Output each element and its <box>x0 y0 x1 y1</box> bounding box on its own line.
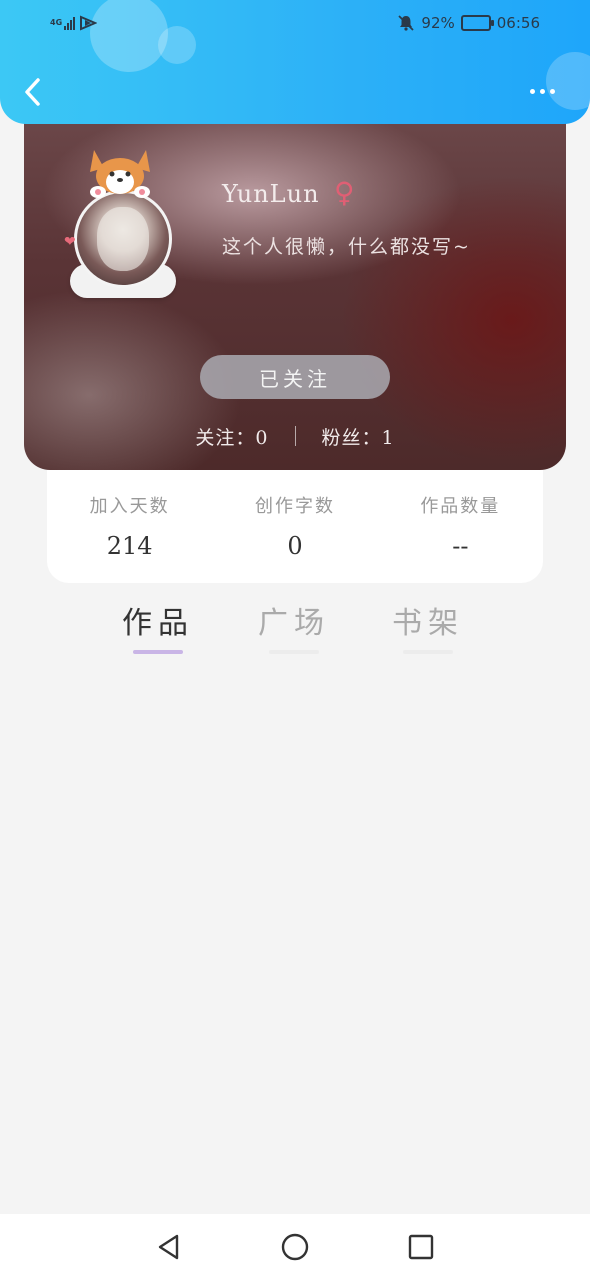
bell-muted-icon <box>398 15 415 31</box>
more-dot-icon <box>530 88 535 94</box>
battery-icon <box>460 15 494 31</box>
system-nav-bar <box>0 1214 590 1280</box>
heart-icon: ❤ <box>64 234 76 250</box>
tab-indicator <box>133 650 183 654</box>
circle-home-icon <box>281 1233 309 1261</box>
stat-label: 作品数量 <box>420 496 501 517</box>
divider <box>294 426 296 446</box>
avatar <box>74 190 172 288</box>
triangle-back-icon <box>158 1234 179 1260</box>
tab-plaza[interactable]: 广场 <box>244 598 344 654</box>
play-store-icon <box>80 15 97 31</box>
stat-works-count: 作品数量 -- <box>385 492 535 583</box>
following-count[interactable]: 关注：0 <box>195 423 268 450</box>
stat-join-days: 加入天数 214 <box>55 492 205 583</box>
tab-indicator <box>269 650 319 654</box>
username: YunLun <box>222 180 320 208</box>
follow-button[interactable]: 已关注 <box>200 355 390 399</box>
follow-stats: 关注：0 粉丝：1 <box>24 422 566 450</box>
stat-label: 创作字数 <box>254 496 335 517</box>
gender-female-icon: ♀ <box>334 176 355 209</box>
more-dot-icon <box>540 88 545 94</box>
tab-label: 广场 <box>258 606 330 641</box>
tab-label: 书架 <box>392 606 464 641</box>
stat-value: 214 <box>106 532 153 560</box>
nav-recents-button[interactable] <box>403 1229 439 1265</box>
nav-back-button[interactable] <box>151 1229 187 1265</box>
tab-works[interactable]: 作品 <box>108 598 208 654</box>
tab-bookshelf[interactable]: 书架 <box>378 598 478 654</box>
corgi-icon <box>90 150 150 198</box>
battery-percent: 92% <box>421 14 455 32</box>
signal-icon <box>64 16 75 30</box>
content-tabs: 作品 广场 书架 <box>95 598 495 658</box>
nav-home-button[interactable] <box>277 1229 313 1265</box>
followers-count[interactable]: 粉丝：1 <box>322 423 395 450</box>
status-time: 06:56 <box>496 14 540 32</box>
profile-bio: 这个人很懒，什么都没写~ <box>222 236 471 258</box>
square-recents-icon <box>408 1234 434 1260</box>
decor-bubble <box>90 0 168 72</box>
stats-card: 加入天数 214 创作字数 0 作品数量 -- <box>47 470 543 583</box>
back-button[interactable] <box>18 74 48 110</box>
decor-bubble <box>546 52 590 110</box>
tab-label: 作品 <box>122 606 194 641</box>
more-options-button[interactable] <box>530 84 564 98</box>
header-bar: 4G 92% 06:56 <box>0 0 590 124</box>
status-bar-left: 4G <box>50 12 97 34</box>
network-type: 4G <box>50 18 63 27</box>
stat-word-count: 创作字数 0 <box>220 492 370 583</box>
status-bar-right: 92% 06:56 <box>397 12 540 34</box>
tab-indicator <box>403 650 453 654</box>
chevron-left-icon <box>25 78 40 106</box>
stat-value: -- <box>452 532 469 560</box>
stat-value: 0 <box>287 532 303 560</box>
decor-bubble <box>158 26 196 64</box>
avatar-frame[interactable]: ❤ <box>64 136 184 298</box>
profile-card: ❤ YunLun ♀ 这个人很懒，什么都没写~ 已关注 关注：0 粉丝：1 <box>24 96 566 470</box>
more-dot-icon <box>550 88 555 94</box>
stat-label: 加入天数 <box>89 496 170 517</box>
